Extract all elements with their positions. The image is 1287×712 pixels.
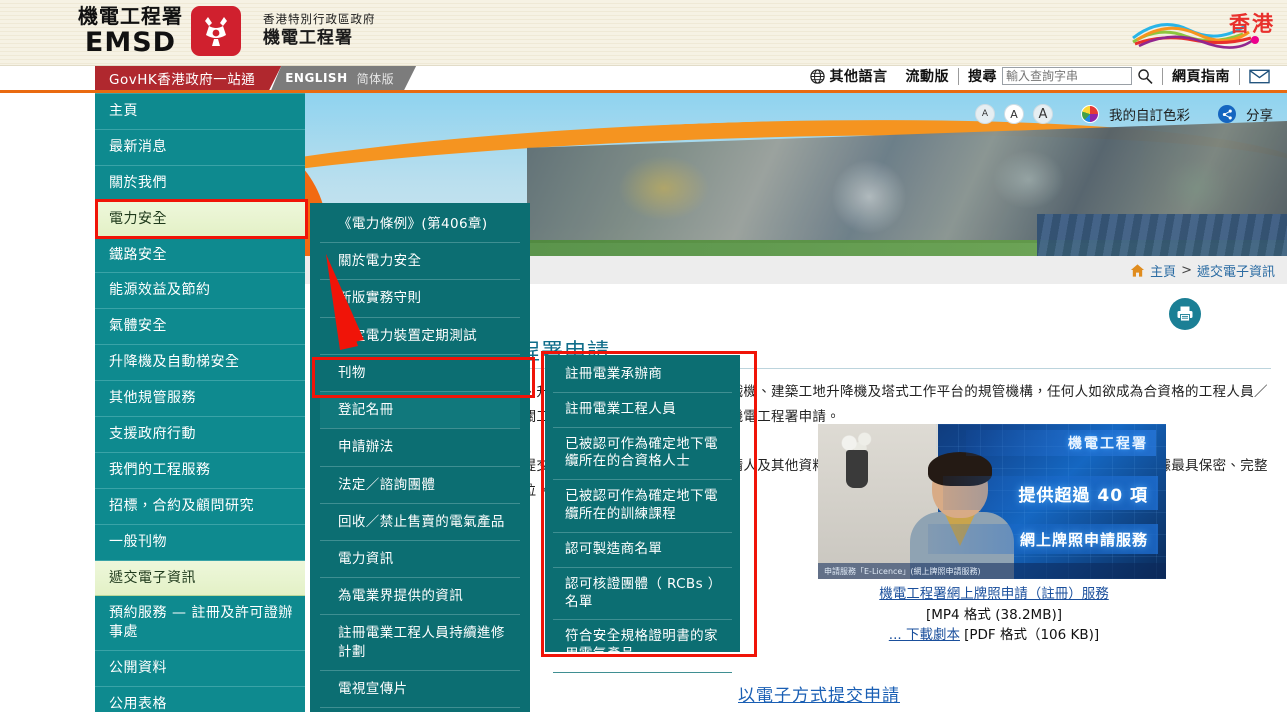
font-size-small-button[interactable]: A xyxy=(975,104,995,124)
flyout3-item-0[interactable]: 註冊電業承辦商 xyxy=(553,358,732,393)
breadcrumb-current: 遞交電子資訊 xyxy=(1196,264,1275,280)
logo-chinese-text: 機電工程署 xyxy=(78,4,183,28)
font-size-medium-button[interactable]: A xyxy=(1004,104,1024,124)
sidebar-item-2[interactable]: 關於我們 xyxy=(95,166,305,202)
sidebar-item-4[interactable]: 鐵路安全 xyxy=(95,238,305,274)
video-vase xyxy=(846,450,868,488)
breadcrumb-home-link[interactable]: 主頁 xyxy=(1150,261,1176,280)
site-guide-link[interactable]: 網頁指南 xyxy=(1163,66,1239,86)
search-area: 搜尋 xyxy=(959,66,1162,86)
printer-icon xyxy=(1177,306,1193,322)
tab-english[interactable]: ENGLISH xyxy=(285,71,347,85)
envelope-icon xyxy=(1249,69,1270,83)
hero-solar-panels xyxy=(1037,214,1287,256)
mobile-version-link[interactable]: 流動版 xyxy=(897,66,959,86)
flyout2-item-5[interactable]: 登記名冊 xyxy=(320,392,520,430)
flyout3-item-1[interactable]: 註冊電業工程人員 xyxy=(553,393,732,428)
share-icon[interactable] xyxy=(1218,105,1236,123)
brandhk-logo: 香港 xyxy=(1127,8,1277,54)
breadcrumb: 主頁 > 遞交電子資訊 xyxy=(1130,256,1275,284)
flyout2-item-12[interactable]: 電視宣傳片 xyxy=(320,671,520,709)
breadcrumb-separator: > xyxy=(1181,262,1192,278)
annotation-arrow xyxy=(326,254,364,350)
flyout3-item-4[interactable]: 認可製造商名單 xyxy=(553,533,732,568)
other-languages-button[interactable]: 其他語言 xyxy=(801,66,897,86)
sidebar-item-3[interactable]: 電力安全 xyxy=(95,201,305,238)
electronic-submit-link[interactable]: 以電子方式提交申請 xyxy=(738,686,900,706)
video-person xyxy=(904,452,1024,579)
flyout2-item-6[interactable]: 申請辦法 xyxy=(320,429,520,467)
site-guide-label: 網頁指南 xyxy=(1172,69,1230,85)
color-wheel-icon[interactable] xyxy=(1081,105,1099,123)
video-thumbnail[interactable]: 機電工程署 提供超過 40 項 網上牌照申請服務 申請服務「E-Licence」… xyxy=(818,424,1166,579)
sidebar-item-0[interactable]: 主頁 xyxy=(95,93,305,130)
gov-line-1: 香港特別行政區政府 xyxy=(263,11,376,26)
electronic-submit-block: 以電子方式提交申請 xyxy=(719,681,919,706)
gov-line-2: 機電工程署 xyxy=(263,28,353,49)
font-size-large-button[interactable]: A xyxy=(1033,104,1053,124)
sidebar-item-8[interactable]: 其他規管服務 xyxy=(95,381,305,418)
tab-simplified[interactable]: 简体版 xyxy=(357,70,395,87)
video-tagline-3: 網上牌照申請服務 xyxy=(928,524,1158,554)
globe-icon xyxy=(809,68,825,84)
video-block: 機電工程署 提供超過 40 項 網上牌照申請服務 申請服務「E-Licence」… xyxy=(818,424,1170,646)
video-script-format: [PDF 格式（106 KB)] xyxy=(964,627,1100,643)
flyout3-item-3[interactable]: 已被認可作為確定地下電纜所在的訓練課程 xyxy=(553,480,732,533)
sidebar-item-14[interactable]: 預約服務 — 註冊及許可證辦事處 xyxy=(95,596,305,652)
search-input[interactable] xyxy=(1002,67,1132,85)
flyout-menu-level-3: 註冊電業承辦商 註冊電業工程人員 已被認可作為確定地下電纜所在的合資格人士 已被… xyxy=(545,355,740,673)
emsd-logo[interactable]: 機電工程署 EMSD 香港特別行政區政府 機電工程署 xyxy=(78,6,376,56)
search-label: 搜尋 xyxy=(968,69,997,85)
video-tagline-2: 提供超過 40 項 xyxy=(943,476,1158,510)
share-label[interactable]: 分享 xyxy=(1246,104,1273,124)
left-sidebar: 主頁 最新消息 關於我們 電力安全 鐵路安全 能源效益及節約 氣體安全 升降機及… xyxy=(95,93,305,712)
flyout2-item-11[interactable]: 註冊電業工程人員持續進修計劃 xyxy=(320,615,520,671)
sidebar-item-12[interactable]: 一般刊物 xyxy=(95,525,305,561)
video-links: 機電工程署網上牌照申請（註冊）服務 [MP4 格式 (38.2MB)] ... … xyxy=(818,584,1170,646)
sidebar-item-5[interactable]: 能源效益及節約 xyxy=(95,273,305,310)
sidebar-item-6[interactable]: 氣體安全 xyxy=(95,309,305,346)
sidebar-item-10[interactable]: 我們的工程服務 xyxy=(95,453,305,489)
government-title: 香港特別行政區政府 機電工程署 xyxy=(263,12,376,50)
sidebar-item-13[interactable]: 遞交電子資訊 xyxy=(95,560,305,597)
language-tabs: ENGLISH 简体版 xyxy=(271,66,416,90)
video-tagline-1: 機電工程署 xyxy=(966,430,1156,456)
print-button[interactable] xyxy=(1169,298,1201,330)
custom-color-label[interactable]: 我的自訂色彩 xyxy=(1109,104,1190,124)
flyout2-item-0[interactable]: 《電力條例》(第406章) xyxy=(320,206,520,244)
video-title-link[interactable]: 機電工程署網上牌照申請（註冊）服務 xyxy=(879,586,1109,602)
flyout3-item-5[interactable]: 認可核證團體（ RCBs ）名單 xyxy=(553,568,732,621)
sidebar-item-15[interactable]: 公開資料 xyxy=(95,651,305,688)
logo-chinese-english: 機電工程署 EMSD xyxy=(78,6,183,56)
flyout2-item-10[interactable]: 為電業界提供的資訊 xyxy=(320,578,520,616)
sidebar-item-9[interactable]: 支援政府行動 xyxy=(95,417,305,453)
govhk-strip: GovHK香港政府一站通 ENGLISH 简体版 xyxy=(95,66,416,90)
magnifier-icon[interactable] xyxy=(1137,68,1153,84)
emsd-emblem-icon xyxy=(191,6,241,56)
flyout2-item-7[interactable]: 法定／諮詢團體 xyxy=(320,467,520,504)
flyout2-item-8[interactable]: 回收／禁止售賣的電氣產品 xyxy=(320,504,520,541)
mobile-version-label: 流動版 xyxy=(905,69,949,85)
sidebar-item-11[interactable]: 招標，合約及顧問研究 xyxy=(95,489,305,525)
sidebar-item-16[interactable]: 公用表格 xyxy=(95,687,305,712)
video-caption: 申請服務「E-Licence」(網上牌照申請服務) xyxy=(818,563,1166,579)
home-icon[interactable] xyxy=(1130,263,1145,278)
sidebar-item-7[interactable]: 升降機及自動梯安全 xyxy=(95,345,305,382)
brandhk-text: 香港 xyxy=(1229,12,1275,36)
site-header: 機電工程署 EMSD 香港特別行政區政府 機電工程署 香港 xyxy=(0,0,1287,66)
video-script-link[interactable]: ... 下載劇本 xyxy=(889,627,960,643)
flyout2-item-9[interactable]: 電力資訊 xyxy=(320,541,520,579)
sidebar-item-1[interactable]: 最新消息 xyxy=(95,130,305,166)
flyout2-item-13[interactable]: 新電線顏色代碼 xyxy=(320,708,520,712)
accessibility-controls: A A A 我的自訂色彩 分享 xyxy=(975,104,1273,124)
flyout3-item-2[interactable]: 已被認可作為確定地下電纜所在的合資格人士 xyxy=(553,428,732,481)
utility-bar: 其他語言 流動版 搜尋 網頁指南 xyxy=(801,62,1280,90)
contact-mail-button[interactable] xyxy=(1240,69,1279,84)
video-format-label: [MP4 格式 (38.2MB)] xyxy=(926,606,1062,623)
flyout3-item-6[interactable]: 符合安全規格證明書的家用電氣產品 xyxy=(553,620,732,673)
logo-english-text: EMSD xyxy=(84,27,177,58)
other-languages-label: 其他語言 xyxy=(829,69,888,85)
govhk-link[interactable]: GovHK香港政府一站通 xyxy=(95,66,281,90)
